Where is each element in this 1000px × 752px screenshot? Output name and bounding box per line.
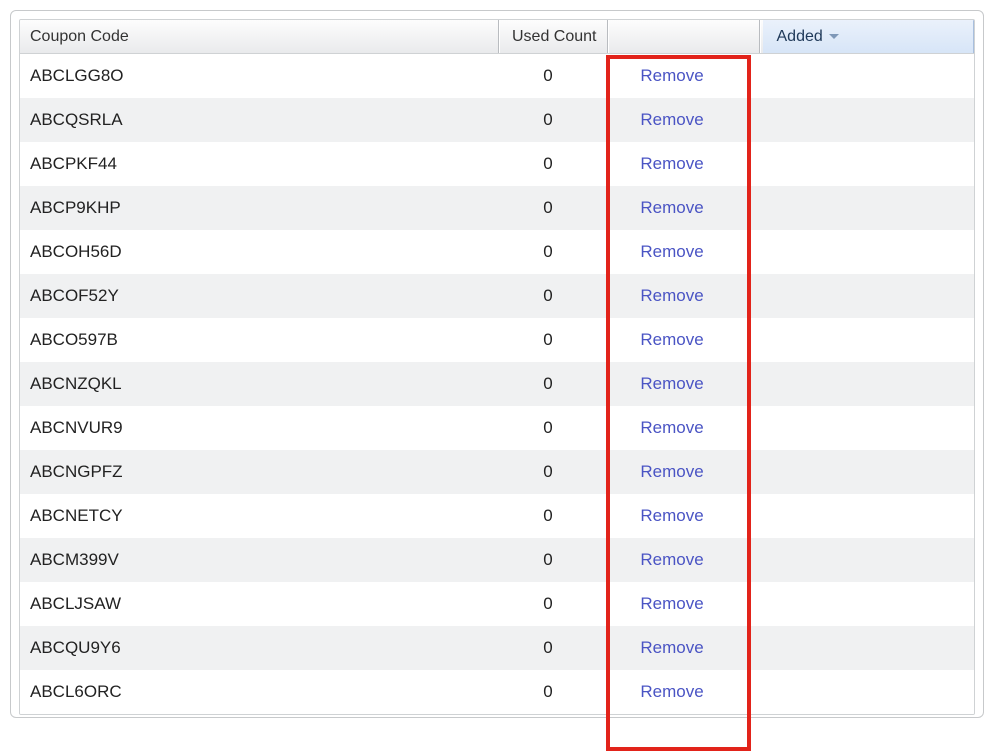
remove-link[interactable]: Remove (640, 154, 703, 173)
table-row: ABCOF52Y0 Remove (20, 274, 974, 318)
used-count-cell: 0 (498, 242, 598, 262)
coupon-code-cell: ABCOF52Y (20, 286, 498, 306)
coupon-code-cell: ABCQU9Y6 (20, 638, 498, 658)
remove-link[interactable]: Remove (640, 682, 703, 701)
used-count-cell: 0 (498, 550, 598, 570)
used-count-cell: 0 (498, 506, 598, 526)
action-cell: Remove (598, 66, 746, 86)
remove-link[interactable]: Remove (640, 462, 703, 481)
grid-body: ABCLGG8O0RemoveABCQSRLA0RemoveABCPKF440R… (20, 54, 974, 714)
coupon-code-cell: ABCNETCY (20, 506, 498, 526)
table-row: ABCQU9Y60 Remove (20, 626, 974, 670)
remove-link[interactable]: Remove (640, 286, 703, 305)
coupon-grid: Coupon Code Used Count Added ABCLGG8O0Re… (19, 19, 975, 715)
used-count-cell: 0 (498, 154, 598, 174)
used-count-cell: 0 (498, 594, 598, 614)
coupon-code-cell: ABCM399V (20, 550, 498, 570)
remove-link[interactable]: Remove (640, 110, 703, 129)
action-cell: Remove (598, 462, 746, 482)
coupon-code-cell: ABCLGG8O (20, 66, 498, 86)
sort-desc-icon (829, 34, 839, 39)
action-cell: Remove (598, 286, 746, 306)
header-action[interactable] (611, 20, 759, 53)
coupon-code-cell: ABCQSRLA (20, 110, 498, 130)
remove-link[interactable]: Remove (640, 418, 703, 437)
table-row: ABCL6ORC0 Remove (20, 670, 974, 714)
header-coupon-code[interactable]: Coupon Code (20, 20, 498, 53)
remove-link[interactable]: Remove (640, 198, 703, 217)
action-cell: Remove (598, 154, 746, 174)
remove-link[interactable]: Remove (640, 550, 703, 569)
used-count-cell: 0 (498, 286, 598, 306)
remove-link[interactable]: Remove (640, 506, 703, 525)
action-cell: Remove (598, 418, 746, 438)
used-count-cell: 0 (498, 374, 598, 394)
coupon-code-cell: ABCO597B (20, 330, 498, 350)
remove-link[interactable]: Remove (640, 66, 703, 85)
coupon-code-cell: ABCOH56D (20, 242, 498, 262)
used-count-cell: 0 (498, 418, 598, 438)
table-row: ABCNVUR90 Remove (20, 406, 974, 450)
table-row: ABCO597B0 Remove (20, 318, 974, 362)
remove-link[interactable]: Remove (640, 594, 703, 613)
coupon-code-cell: ABCNZQKL (20, 374, 498, 394)
action-cell: Remove (598, 374, 746, 394)
table-row: ABCLGG8O0 Remove (20, 54, 974, 98)
action-cell: Remove (598, 198, 746, 218)
table-row: ABCPKF440 Remove (20, 142, 974, 186)
coupon-code-cell: ABCNVUR9 (20, 418, 498, 438)
action-cell: Remove (598, 682, 746, 702)
coupon-code-cell: ABCPKF44 (20, 154, 498, 174)
used-count-cell: 0 (498, 682, 598, 702)
table-row: ABCNGPFZ0 Remove (20, 450, 974, 494)
action-cell: Remove (598, 506, 746, 526)
action-cell: Remove (598, 594, 746, 614)
table-row: ABCLJSAW0 Remove (20, 582, 974, 626)
coupon-code-cell: ABCNGPFZ (20, 462, 498, 482)
action-cell: Remove (598, 330, 746, 350)
header-coupon-code-label: Coupon Code (30, 28, 129, 46)
table-row: ABCNZQKL0 Remove (20, 362, 974, 406)
grid-header: Coupon Code Used Count Added (20, 20, 974, 54)
header-used-count-label: Used Count (512, 28, 597, 46)
used-count-cell: 0 (498, 330, 598, 350)
coupon-code-panel: Coupon Code Used Count Added ABCLGG8O0Re… (10, 10, 984, 718)
coupon-code-cell: ABCLJSAW (20, 594, 498, 614)
table-row: ABCOH56D0 Remove (20, 230, 974, 274)
table-row: ABCQSRLA0 Remove (20, 98, 974, 142)
header-added[interactable]: Added (763, 20, 975, 53)
action-cell: Remove (598, 638, 746, 658)
table-row: ABCP9KHP0 Remove (20, 186, 974, 230)
used-count-cell: 0 (498, 110, 598, 130)
coupon-code-cell: ABCP9KHP (20, 198, 498, 218)
used-count-cell: 0 (498, 66, 598, 86)
used-count-cell: 0 (498, 198, 598, 218)
table-row: ABCNETCY0 Remove (20, 494, 974, 538)
remove-link[interactable]: Remove (640, 374, 703, 393)
remove-link[interactable]: Remove (640, 242, 703, 261)
action-cell: Remove (598, 110, 746, 130)
header-added-label: Added (777, 28, 823, 46)
table-row: ABCM399V0 Remove (20, 538, 974, 582)
header-used-count[interactable]: Used Count (502, 20, 607, 53)
remove-link[interactable]: Remove (640, 330, 703, 349)
action-cell: Remove (598, 242, 746, 262)
remove-link[interactable]: Remove (640, 638, 703, 657)
action-cell: Remove (598, 550, 746, 570)
coupon-code-cell: ABCL6ORC (20, 682, 498, 702)
used-count-cell: 0 (498, 462, 598, 482)
used-count-cell: 0 (498, 638, 598, 658)
